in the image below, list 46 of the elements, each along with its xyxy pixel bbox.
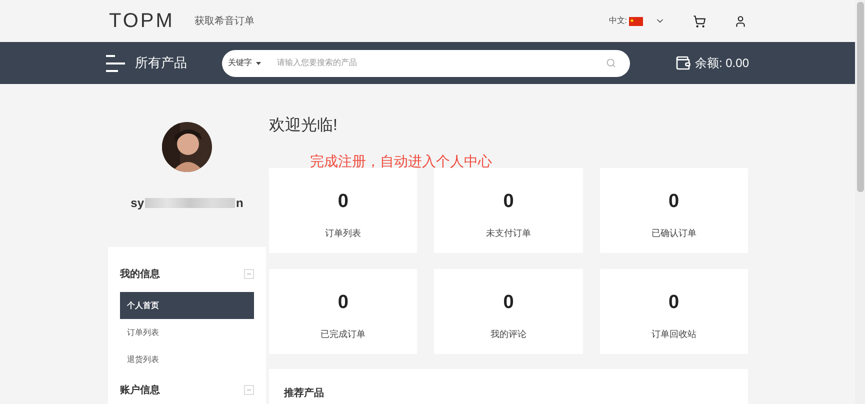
stat-card[interactable]: 0 已完成订单 (269, 269, 418, 354)
stat-value: 0 (668, 291, 680, 315)
stat-card[interactable]: 0 已确认订单 (600, 168, 748, 253)
search-icon[interactable] (606, 58, 616, 68)
collapse-toggle[interactable] (244, 385, 254, 395)
minus-icon (246, 271, 252, 277)
search-field[interactable]: 关键字 请输入您要搜索的产品 (222, 50, 630, 76)
stat-label: 订单回收站 (651, 328, 696, 340)
language-selector[interactable]: 中文: (606, 15, 667, 27)
username: sy n (130, 195, 244, 212)
stat-value: 0 (338, 190, 348, 214)
stat-label: 已确认订单 (651, 226, 696, 240)
stat-card[interactable]: 0 我的评论 (434, 269, 583, 354)
section-title: 账户信息 (120, 383, 160, 398)
stat-label: 已完成订单 (320, 328, 366, 340)
cart-icon[interactable] (693, 14, 706, 28)
sidebar-item[interactable]: 个人首页 (120, 292, 254, 319)
menu-button[interactable]: 所有产品 (106, 53, 187, 73)
wallet-icon (674, 55, 691, 71)
stat-value: 0 (668, 190, 680, 214)
collapse-toggle[interactable] (244, 269, 254, 279)
search-type-dropdown[interactable]: 关键字 (228, 57, 261, 69)
stat-label: 订单列表 (325, 226, 362, 240)
stat-value: 0 (338, 291, 348, 315)
stat-label: 我的评论 (490, 328, 526, 340)
tagline: 获取希音订单 (194, 14, 254, 28)
account-icon[interactable] (734, 14, 747, 28)
menu-icon (106, 54, 125, 72)
stat-value: 0 (503, 291, 514, 315)
section-title: 推荐产品 (284, 388, 324, 399)
welcome-heading: 欢迎光临! (269, 116, 338, 136)
logo[interactable]: TOPM (109, 6, 174, 36)
flag-icon (629, 16, 643, 26)
sidebar-item[interactable]: 退货列表 (120, 346, 254, 373)
annotation: 完成注册，自动进入个人中心 (310, 152, 492, 171)
scrollbar[interactable] (855, 0, 865, 404)
section-title: 我的信息 (120, 268, 160, 282)
minus-icon (246, 387, 252, 393)
balance-button[interactable]: 余额: 0.00 (674, 54, 749, 72)
stat-value: 0 (503, 190, 514, 214)
stat-card[interactable]: 0 未支付订单 (434, 168, 583, 253)
stat-label: 未支付订单 (486, 226, 531, 240)
stat-card[interactable]: 0 订单回收站 (600, 269, 748, 354)
sidebar-item[interactable]: 订单列表 (120, 319, 254, 346)
stat-card[interactable]: 0 订单列表 (269, 168, 418, 253)
caret-icon (256, 62, 261, 64)
